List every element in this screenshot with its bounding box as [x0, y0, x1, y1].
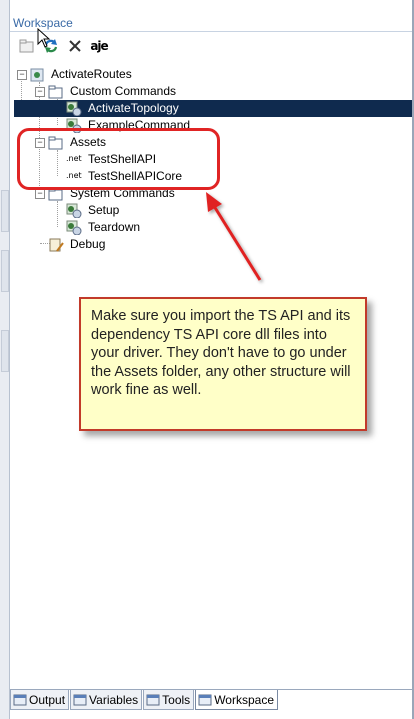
folder-icon [19, 39, 34, 53]
collapse-toggle[interactable]: − [35, 87, 45, 97]
tab-variables[interactable]: Variables [70, 690, 143, 710]
title-divider [10, 31, 412, 32]
tab-output[interactable]: Output [10, 690, 70, 710]
bottom-tab-strip: Output Variables Tools Workspace [10, 690, 279, 711]
output-icon [13, 694, 27, 705]
collapse-toggle[interactable]: − [17, 70, 27, 80]
folder-icon [48, 85, 63, 99]
dock-tab[interactable] [1, 190, 9, 232]
collapse-toggle[interactable]: − [35, 189, 45, 199]
tools-icon [146, 694, 160, 705]
delete-button[interactable] [66, 37, 84, 55]
tree-node-activateroutes[interactable]: − ActivateRoutes [14, 66, 412, 83]
command-icon [66, 203, 82, 218]
tree-node-activatetopology[interactable]: ActivateTopology [14, 100, 412, 117]
new-folder-button[interactable] [18, 37, 36, 55]
dock-tab[interactable] [1, 250, 9, 292]
assets-highlight [17, 128, 220, 190]
rename-button[interactable]: aje [90, 37, 108, 55]
workspace-toolbar: aje [18, 36, 109, 56]
tab-workspace[interactable]: Workspace [195, 690, 278, 710]
variables-icon [73, 694, 87, 705]
left-dock-strip [0, 0, 10, 719]
tree-node-custom-commands[interactable]: − Custom Commands [14, 83, 412, 100]
workspace-icon [198, 694, 212, 705]
mouse-cursor-icon [37, 28, 51, 48]
command-icon [66, 101, 82, 116]
dock-tab[interactable] [1, 330, 9, 372]
project-icon [30, 68, 44, 82]
tab-tools[interactable]: Tools [143, 690, 195, 710]
annotation-note: Make sure you import the TS API and its … [79, 297, 367, 431]
annotation-arrow [206, 192, 262, 281]
command-icon [66, 220, 82, 235]
debug-script-icon [49, 238, 64, 252]
close-icon [69, 40, 81, 52]
